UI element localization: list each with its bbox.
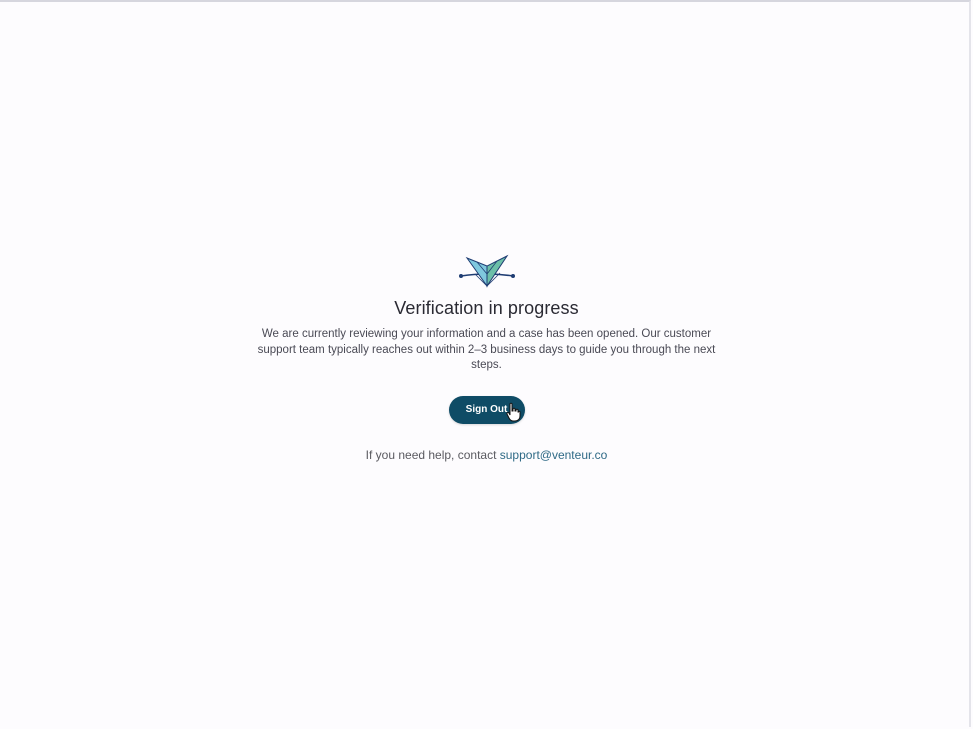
pointer-hand-cursor-icon [505,402,520,421]
sign-out-button[interactable]: Sign Out [448,395,525,424]
help-prefix: If you need help, contact [365,447,500,462]
status-message: We are currently reviewing your informat… [257,328,716,371]
verification-panel: Verification in progress We are currentl… [0,252,973,462]
page-title: Verification in progress [394,298,579,318]
help-text: If you need help, contact support@venteu… [366,448,608,462]
sign-out-label: Sign Out [465,404,508,415]
venteur-logo-icon [458,254,515,288]
support-email-link[interactable]: support@venteur.co [500,448,608,462]
